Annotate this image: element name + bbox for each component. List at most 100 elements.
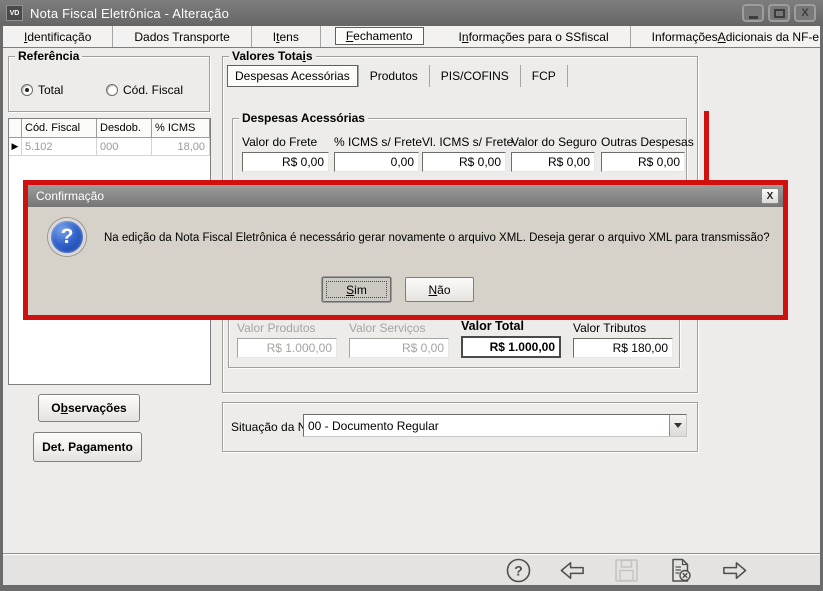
field-vl-icms-frete-label: Vl. ICMS s/ Frete bbox=[422, 135, 506, 149]
field-vl-icms-frete: Vl. ICMS s/ Frete R$ 0,00 bbox=[422, 135, 506, 172]
next-button[interactable] bbox=[721, 557, 748, 584]
radio-total[interactable]: Total bbox=[21, 83, 63, 97]
field-valor-total-input: R$ 1.000,00 bbox=[461, 336, 561, 358]
cancel-nfe-button[interactable] bbox=[667, 557, 694, 584]
help-button[interactable]: ? bbox=[505, 557, 532, 584]
subtab-separator bbox=[567, 65, 568, 87]
titlebar: VD Nota Fiscal Eletrônica - Alteração X bbox=[0, 0, 823, 26]
field-valor-seguro-input[interactable]: R$ 0,00 bbox=[511, 152, 595, 172]
svg-text:?: ? bbox=[514, 562, 523, 578]
cell-cod-fiscal: 5.102 bbox=[22, 138, 97, 156]
grid-header-desdob: Desdob. bbox=[97, 119, 152, 138]
tab-informacoes-adicionais[interactable]: Informações Adicionais da NF-e bbox=[631, 26, 823, 47]
dialog-title: Confirmação bbox=[36, 189, 104, 203]
previous-icon bbox=[559, 557, 586, 584]
subtab-despesas-acessorias[interactable]: Despesas Acessórias bbox=[227, 65, 358, 87]
field-valor-produtos: Valor Produtos R$ 1.000,00 bbox=[237, 321, 337, 358]
field-outras-despesas: Outras Despesas R$ 0,00 bbox=[601, 135, 685, 172]
groupbox-valores-totais-title: Valores Totais bbox=[229, 49, 316, 63]
save-button bbox=[613, 557, 640, 584]
field-outras-despesas-input[interactable]: R$ 0,00 bbox=[601, 152, 685, 172]
field-outras-despesas-label: Outras Despesas bbox=[601, 135, 685, 149]
dialog-titlebar: Confirmação X bbox=[28, 185, 783, 207]
groupbox-referencia: Referência Total Cód. Fiscal bbox=[8, 56, 210, 112]
field-valor-servicos-label: Valor Serviços bbox=[349, 321, 449, 335]
tab-identificacao[interactable]: Identificação bbox=[3, 26, 113, 47]
dialog-close-button[interactable]: X bbox=[761, 188, 779, 204]
observacoes-button[interactable]: Observações bbox=[38, 394, 140, 422]
field-valor-seguro-label: Valor do Seguro bbox=[511, 135, 595, 149]
question-icon: ? bbox=[48, 218, 86, 256]
chevron-down-icon bbox=[674, 423, 682, 428]
nao-button[interactable]: Não bbox=[405, 277, 474, 302]
help-icon: ? bbox=[505, 557, 532, 584]
cell-desdob: 000 bbox=[97, 138, 152, 156]
dialog-message: Na edição da Nota Fiscal Eletrônica é ne… bbox=[104, 232, 770, 244]
maximize-icon bbox=[774, 9, 785, 18]
sim-button[interactable]: Sim bbox=[322, 277, 391, 302]
situacao-combobox-button[interactable] bbox=[669, 415, 686, 436]
save-icon bbox=[613, 557, 640, 584]
dialog-body: ? Na edição da Nota Fiscal Eletrônica é … bbox=[28, 207, 783, 310]
tab-informacoes-ssfiscal[interactable]: Informações para o SSfiscal bbox=[438, 26, 631, 47]
dialog-close-icon: X bbox=[767, 191, 774, 202]
field-valor-seguro: Valor do Seguro R$ 0,00 bbox=[511, 135, 595, 172]
radio-cod-fiscal-label: Cód. Fiscal bbox=[123, 83, 183, 97]
field-valor-produtos-label: Valor Produtos bbox=[237, 321, 337, 335]
field-valor-total-label: Valor Total bbox=[461, 319, 561, 333]
radio-cod-fiscal[interactable]: Cód. Fiscal bbox=[106, 83, 183, 97]
subtab-produtos[interactable]: Produtos bbox=[359, 69, 429, 83]
field-pct-icms-frete: % ICMS s/ Frete 0,00 bbox=[334, 135, 419, 172]
field-valor-tributos-input[interactable]: R$ 180,00 bbox=[573, 338, 673, 358]
field-valor-frete-label: Valor do Frete bbox=[242, 135, 329, 149]
groupbox-despesas-title: Despesas Acessórias bbox=[239, 111, 368, 125]
groupbox-situacao: Situação da NF: 00 - Documento Regular bbox=[222, 402, 698, 452]
close-icon: X bbox=[801, 7, 808, 19]
groupbox-referencia-title: Referência bbox=[15, 49, 82, 63]
field-pct-icms-frete-label: % ICMS s/ Frete bbox=[334, 135, 419, 149]
radio-total-icon bbox=[21, 84, 33, 96]
field-valor-tributos: Valor Tributos R$ 180,00 bbox=[573, 321, 673, 358]
row-indicator-icon: ▶ bbox=[9, 138, 22, 156]
bottom-toolbar: ? bbox=[3, 553, 820, 585]
det-pagamento-button[interactable]: Det. Pagamento bbox=[33, 432, 142, 462]
main-tabbar: Identificação Dados Transporte Itens Fec… bbox=[3, 26, 820, 48]
subtab-fcp[interactable]: FCP bbox=[521, 69, 567, 83]
cell-icms: 18,00 bbox=[152, 138, 210, 156]
window-border-left bbox=[0, 26, 3, 585]
field-valor-servicos-input: R$ 0,00 bbox=[349, 338, 449, 358]
minimize-icon bbox=[749, 16, 758, 19]
tab-itens[interactable]: Itens bbox=[252, 26, 321, 47]
cancel-document-icon bbox=[667, 557, 694, 584]
radio-cod-fiscal-icon bbox=[106, 84, 118, 96]
app-window: VD Nota Fiscal Eletrônica - Alteração X … bbox=[0, 0, 823, 591]
subtab-pis-cofins[interactable]: PIS/COFINS bbox=[430, 69, 520, 83]
tab-dados-transporte[interactable]: Dados Transporte bbox=[113, 26, 251, 47]
grid-header-cod-fiscal: Cód. Fiscal bbox=[22, 119, 97, 138]
situacao-combobox[interactable]: 00 - Documento Regular bbox=[303, 414, 687, 437]
table-row[interactable]: ▶ 5.102 000 18,00 bbox=[9, 138, 210, 156]
field-valor-frete-input[interactable]: R$ 0,00 bbox=[242, 152, 329, 172]
field-valor-produtos-input: R$ 1.000,00 bbox=[237, 338, 337, 358]
maximize-button[interactable] bbox=[768, 4, 790, 22]
annotation-red-line bbox=[704, 111, 709, 185]
app-logo-icon: VD bbox=[6, 5, 23, 21]
minimize-button[interactable] bbox=[742, 4, 764, 22]
field-valor-tributos-label: Valor Tributos bbox=[573, 321, 673, 335]
grid-header-indicator bbox=[9, 119, 22, 138]
previous-button[interactable] bbox=[559, 557, 586, 584]
grid-header-icms: % ICMS bbox=[152, 119, 210, 138]
field-pct-icms-frete-input[interactable]: 0,00 bbox=[334, 152, 419, 172]
close-button[interactable]: X bbox=[794, 4, 816, 22]
grid-header-row: Cód. Fiscal Desdob. % ICMS bbox=[9, 119, 210, 138]
radio-total-label: Total bbox=[38, 83, 63, 97]
confirmation-dialog: Confirmação X ? Na edição da Nota Fiscal… bbox=[23, 180, 788, 320]
situacao-combobox-value: 00 - Documento Regular bbox=[304, 415, 669, 436]
tab-fechamento[interactable]: Fechamento bbox=[335, 27, 424, 45]
field-valor-servicos: Valor Serviços R$ 0,00 bbox=[349, 321, 449, 358]
window-border-bottom bbox=[0, 585, 823, 591]
valores-subtabs: Despesas Acessórias Produtos PIS/COFINS … bbox=[227, 64, 568, 88]
field-valor-frete: Valor do Frete R$ 0,00 bbox=[242, 135, 329, 172]
field-valor-total: Valor Total R$ 1.000,00 bbox=[461, 319, 561, 358]
field-vl-icms-frete-input[interactable]: R$ 0,00 bbox=[422, 152, 506, 172]
